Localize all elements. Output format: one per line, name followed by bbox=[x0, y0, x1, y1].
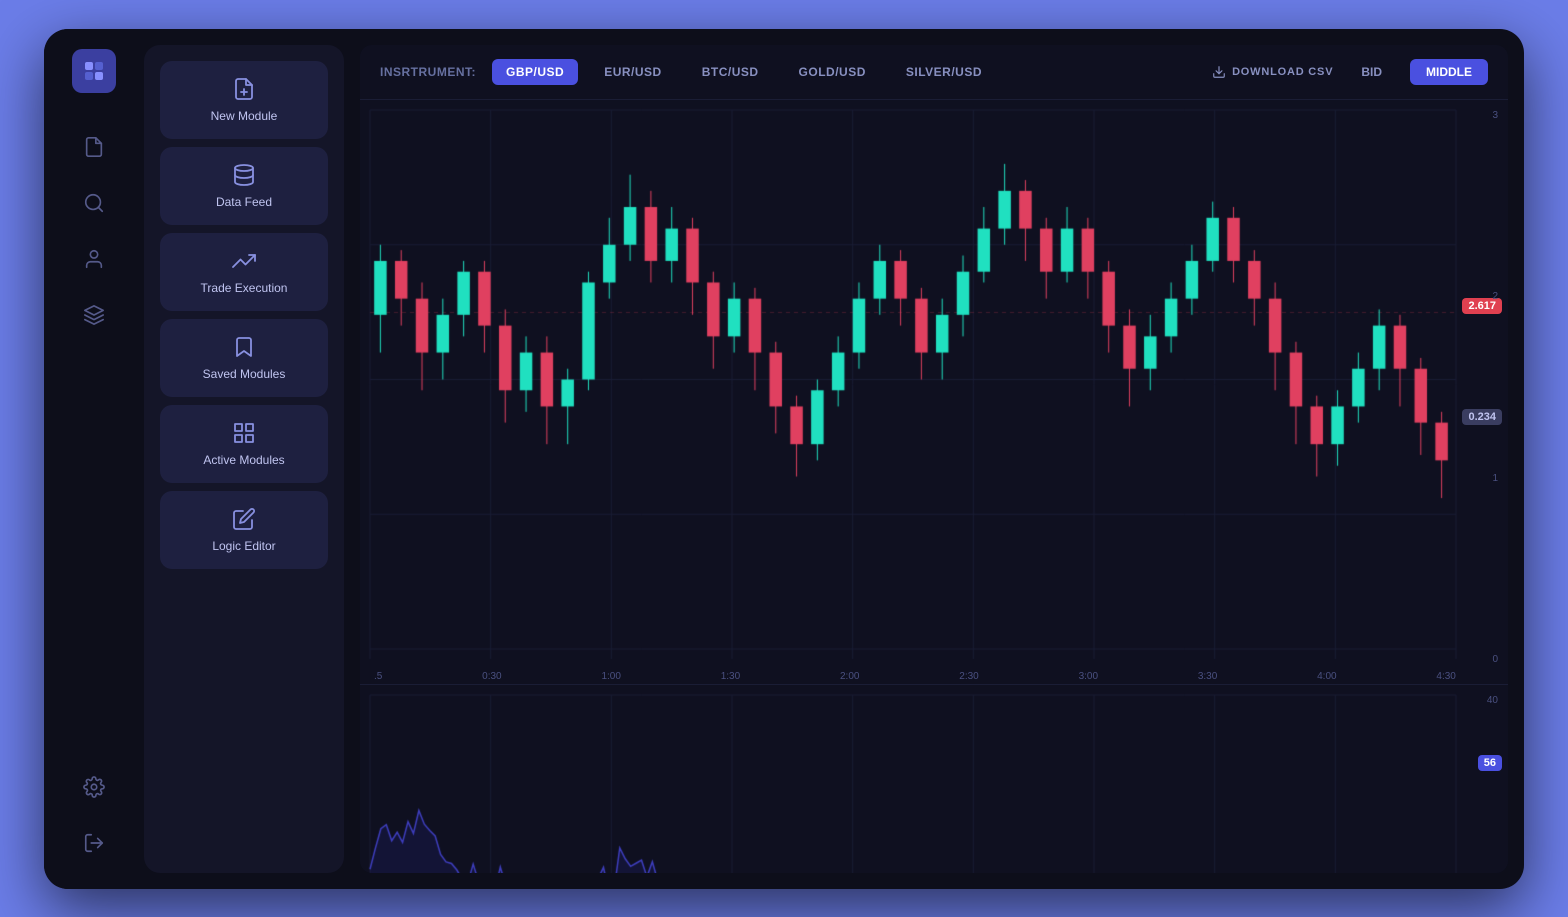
chart-body: 2.617 0.234 .5 0:30 1:00 1:30 2:00 2:30 … bbox=[360, 100, 1508, 873]
candle-canvas bbox=[360, 100, 1508, 679]
price-low-badge: 0.234 bbox=[1462, 409, 1502, 425]
x-label-4: 1:30 bbox=[721, 671, 740, 682]
logo bbox=[72, 49, 116, 93]
database-icon bbox=[232, 163, 256, 187]
x-label-3: 1:00 bbox=[601, 671, 620, 682]
indicator-value-badge: 56 bbox=[1478, 755, 1502, 771]
download-icon bbox=[1212, 65, 1226, 79]
new-module-item[interactable]: New Module bbox=[160, 61, 328, 139]
trade-execution-item[interactable]: Trade Execution bbox=[160, 233, 328, 311]
main-area: INSRTRUMENT: GBP/USD EUR/USD BTC/USD GOL… bbox=[344, 29, 1524, 889]
grid-icon bbox=[232, 421, 256, 445]
btcusd-button[interactable]: BTC/USD bbox=[688, 59, 773, 85]
saved-modules-item[interactable]: Saved Modules bbox=[160, 319, 328, 397]
module-sidebar: New Module Data Feed Trade Execution Sav… bbox=[144, 45, 344, 873]
x-label-9: 4:00 bbox=[1317, 671, 1336, 682]
logic-editor-item[interactable]: Logic Editor bbox=[160, 491, 328, 569]
x-label-8: 3:30 bbox=[1198, 671, 1217, 682]
gbpusd-button[interactable]: GBP/USD bbox=[492, 59, 578, 85]
x-label-6: 2:30 bbox=[959, 671, 978, 682]
x-label-7: 3:00 bbox=[1079, 671, 1098, 682]
silverusd-button[interactable]: SILVER/USD bbox=[892, 59, 996, 85]
icon-sidebar bbox=[44, 29, 144, 889]
x-label-2: 0:30 bbox=[482, 671, 501, 682]
candlestick-chart: 2.617 0.234 .5 0:30 1:00 1:30 2:00 2:30 … bbox=[360, 100, 1508, 684]
indicator-chart: 56 .5 0:30 1:00 1:30 2:00 2:30 3:00 3:30… bbox=[360, 684, 1508, 873]
x-label-10: 4:30 bbox=[1436, 671, 1455, 682]
bookmark-icon bbox=[232, 335, 256, 359]
x-label-5: 2:00 bbox=[840, 671, 859, 682]
bid-button[interactable]: BID bbox=[1345, 59, 1398, 85]
active-modules-item[interactable]: Active Modules bbox=[160, 405, 328, 483]
instrument-label: INSRTRUMENT: bbox=[380, 65, 476, 79]
logout-nav-icon[interactable] bbox=[72, 821, 116, 865]
settings-nav-icon[interactable] bbox=[72, 765, 116, 809]
indicator-canvas bbox=[360, 685, 1508, 873]
chart-container: INSRTRUMENT: GBP/USD EUR/USD BTC/USD GOL… bbox=[360, 45, 1508, 873]
price-high-badge: 2.617 bbox=[1462, 298, 1502, 314]
document-nav-icon[interactable] bbox=[72, 125, 116, 169]
middle-button[interactable]: MIDDLE bbox=[1410, 59, 1488, 85]
x-label-1: .5 bbox=[374, 671, 382, 682]
eurusd-button[interactable]: EUR/USD bbox=[590, 59, 676, 85]
edit-icon bbox=[232, 507, 256, 531]
search-nav-icon[interactable] bbox=[72, 181, 116, 225]
layers-nav-icon[interactable] bbox=[72, 293, 116, 337]
goldusd-button[interactable]: GOLD/USD bbox=[785, 59, 880, 85]
device-frame: New Module Data Feed Trade Execution Sav… bbox=[44, 29, 1524, 889]
user-nav-icon[interactable] bbox=[72, 237, 116, 281]
trending-up-icon bbox=[232, 249, 256, 273]
data-feed-item[interactable]: Data Feed bbox=[160, 147, 328, 225]
chart-header: INSRTRUMENT: GBP/USD EUR/USD BTC/USD GOL… bbox=[360, 45, 1508, 100]
file-plus-icon bbox=[232, 77, 256, 101]
download-csv-button[interactable]: DOWNLOAD CSV bbox=[1212, 65, 1333, 79]
